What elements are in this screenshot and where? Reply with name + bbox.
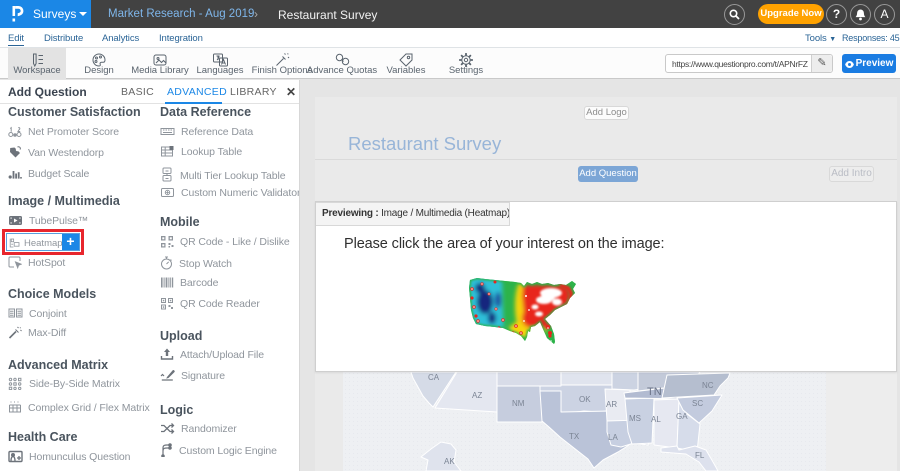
svg-text:SC: SC — [692, 399, 703, 408]
svg-text:FL: FL — [695, 451, 705, 460]
svg-text:AL: AL — [651, 415, 661, 424]
svg-text:TX: TX — [569, 432, 580, 441]
svg-text:GA: GA — [676, 412, 688, 421]
svg-text:AZ: AZ — [472, 391, 482, 400]
svg-text:NM: NM — [512, 399, 525, 408]
svg-text:TN: TN — [647, 386, 662, 398]
svg-text:NC: NC — [702, 381, 714, 390]
svg-text:OK: OK — [579, 395, 591, 404]
svg-text:AK: AK — [444, 457, 455, 466]
svg-text:CA: CA — [428, 373, 440, 382]
svg-text:LA: LA — [608, 433, 618, 442]
svg-text:MS: MS — [629, 414, 641, 423]
svg-text:AR: AR — [606, 400, 617, 409]
